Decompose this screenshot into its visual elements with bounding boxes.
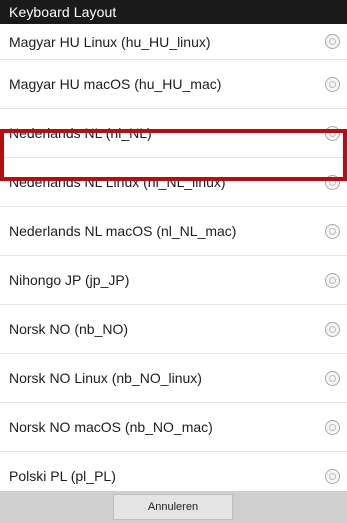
dialog-title: Keyboard Layout (9, 4, 117, 20)
layout-option[interactable]: Norsk NO Linux (nb_NO_linux) (0, 354, 347, 403)
radio-button-icon[interactable] (325, 468, 340, 484)
layout-option[interactable]: Nihongo JP (jp_JP) (0, 256, 347, 305)
dialog-titlebar: Keyboard Layout (0, 0, 347, 24)
keyboard-layout-list[interactable]: Magyar HU Linux (hu_HU_linux) Magyar HU … (0, 24, 347, 501)
layout-option[interactable]: Nederlands NL Linux (nl_NL_linux) (0, 158, 347, 207)
layout-option[interactable]: Magyar HU Linux (hu_HU_linux) (0, 24, 347, 60)
layout-option-label: Nederlands NL Linux (nl_NL_linux) (9, 174, 226, 190)
radio-button-icon[interactable] (325, 174, 340, 190)
radio-button-icon[interactable] (325, 419, 340, 435)
layout-option-label: Nederlands NL (nl_NL) (9, 125, 152, 141)
layout-option-label: Magyar HU macOS (hu_HU_mac) (9, 76, 222, 92)
radio-button-icon[interactable] (325, 370, 340, 386)
radio-button-icon[interactable] (325, 34, 340, 49)
layout-option[interactable]: Nederlands NL (nl_NL) (0, 109, 347, 158)
layout-option-label: Nederlands NL macOS (nl_NL_mac) (9, 223, 237, 239)
layout-option-label: Norsk NO (nb_NO) (9, 321, 129, 337)
radio-button-icon[interactable] (325, 223, 340, 239)
dialog-footer: Annuleren (0, 491, 347, 523)
layout-option-label: Norsk NO Linux (nb_NO_linux) (9, 370, 202, 386)
radio-button-icon[interactable] (325, 272, 340, 288)
layout-option[interactable]: Magyar HU macOS (hu_HU_mac) (0, 60, 347, 109)
radio-button-icon[interactable] (325, 125, 340, 141)
radio-button-icon[interactable] (325, 76, 340, 92)
layout-option[interactable]: Nederlands NL macOS (nl_NL_mac) (0, 207, 347, 256)
layout-option-label: Polski PL (pl_PL) (9, 468, 116, 484)
radio-button-icon[interactable] (325, 321, 340, 337)
layout-option-label: Nihongo JP (jp_JP) (9, 272, 130, 288)
layout-option[interactable]: Norsk NO macOS (nb_NO_mac) (0, 403, 347, 452)
layout-option-label: Magyar HU Linux (hu_HU_linux) (9, 33, 211, 50)
layout-option[interactable]: Norsk NO (nb_NO) (0, 305, 347, 354)
cancel-button[interactable]: Annuleren (113, 494, 233, 520)
layout-option-label: Norsk NO macOS (nb_NO_mac) (9, 419, 213, 435)
